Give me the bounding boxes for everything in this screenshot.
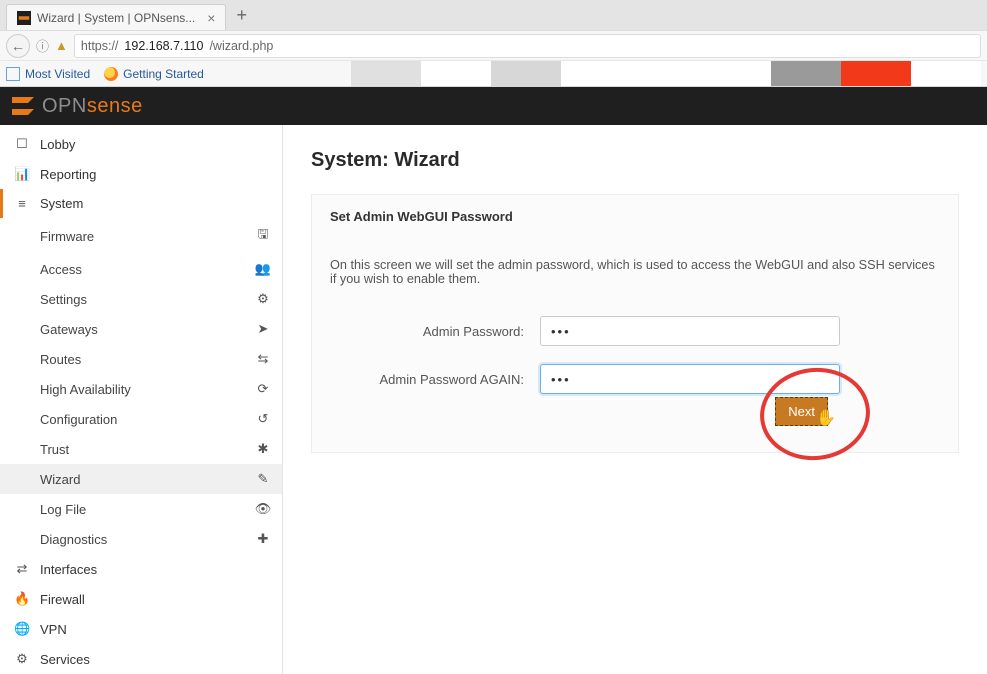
tab-bar: Wizard | System | OPNsens... × + xyxy=(0,0,987,30)
sidebar-label: Firewall xyxy=(40,592,85,607)
lobby-icon: ☐ xyxy=(14,136,30,152)
label-admin-password: Admin Password: xyxy=(330,324,540,339)
sidebar-item-vpn[interactable]: 🌐 VPN xyxy=(0,614,282,644)
bookmark-icon xyxy=(6,67,20,81)
sidebar-item-system[interactable]: ≡ System xyxy=(0,189,282,218)
browser-chrome: Wizard | System | OPNsens... × + ← ⓘ ▲ h… xyxy=(0,0,987,87)
panel-section-title: Set Admin WebGUI Password xyxy=(330,209,940,224)
system-icon: ≡ xyxy=(14,196,30,211)
subitem-label: Gateways xyxy=(40,322,98,337)
bookmark-label: Getting Started xyxy=(123,67,204,81)
logo-mark-icon xyxy=(12,95,34,117)
logo-main: OPN xyxy=(42,95,87,117)
content-area: System: Wizard Set Admin WebGUI Password… xyxy=(283,125,987,674)
brand-bar: OPNsense xyxy=(0,87,987,125)
admin-password-input[interactable] xyxy=(540,316,840,346)
sidebar-label: Interfaces xyxy=(40,562,97,577)
color-swatches xyxy=(351,61,981,86)
trust-icon: ✱ xyxy=(254,441,272,457)
directions-icon: ⇆ xyxy=(254,351,272,367)
subitem-label: Routes xyxy=(40,352,81,367)
tab-title: Wizard | System | OPNsens... xyxy=(37,11,195,25)
sidebar-item-settings[interactable]: Settings ⚙ xyxy=(0,284,282,314)
row-admin-password-again: Admin Password AGAIN: xyxy=(330,364,940,394)
medkit-icon: ✚ xyxy=(254,531,272,547)
users-icon: 👥 xyxy=(254,261,272,277)
bookmark-getting-started[interactable]: Getting Started xyxy=(104,67,204,81)
subitem-label: Settings xyxy=(40,292,87,307)
bookmark-label: Most Visited xyxy=(25,67,90,81)
logo-text: OPNsense xyxy=(42,95,143,118)
sidebar-item-interfaces[interactable]: ⇄ Interfaces xyxy=(0,554,282,584)
new-tab-button[interactable]: + xyxy=(226,5,257,26)
sidebar-item-trust[interactable]: Trust ✱ xyxy=(0,434,282,464)
subitem-label: Configuration xyxy=(40,412,117,427)
bookmark-most-visited[interactable]: Most Visited xyxy=(6,67,90,81)
admin-password-again-input[interactable] xyxy=(540,364,840,394)
url-host: 192.168.7.110 xyxy=(124,39,203,53)
sidebar-item-diagnostics[interactable]: Diagnostics ✚ xyxy=(0,524,282,554)
page-title: System: Wizard xyxy=(311,149,959,172)
sidebar-item-firewall[interactable]: 🔥Firewall xyxy=(0,584,282,614)
wizard-panel: Set Admin WebGUI Password On this screen… xyxy=(311,194,959,453)
history-icon: ↺ xyxy=(254,411,272,427)
subitem-label: Trust xyxy=(40,442,69,457)
sidebar: ☐ Lobby 📊 Reporting ≡ System Firmware 🖫 Acc… xyxy=(0,125,283,674)
sidebar-item-high-availability[interactable]: High Availability ⟳ xyxy=(0,374,282,404)
sidebar-label: VPN xyxy=(40,622,67,637)
next-button[interactable]: Next xyxy=(775,397,828,426)
address-row: ← ⓘ ▲ https:// 192.168.7.110/wizard.php xyxy=(0,30,987,60)
back-button[interactable]: ← xyxy=(6,34,30,58)
sidebar-item-routes[interactable]: Routes ⇆ xyxy=(0,344,282,374)
sidebar-item-services[interactable]: ⚙ Services xyxy=(0,644,282,674)
location-arrow-icon: ➤ xyxy=(254,321,272,337)
services-icon: ⚙ xyxy=(14,651,30,667)
subitem-label: High Availability xyxy=(40,382,131,397)
label-admin-password-again: Admin Password AGAIN: xyxy=(330,372,540,387)
magic-wand-icon: ✎ xyxy=(254,471,272,487)
sidebar-label: System xyxy=(40,196,83,211)
bookmarks-bar: Most Visited Getting Started xyxy=(0,60,987,86)
subitem-label: Wizard xyxy=(40,472,80,487)
logo[interactable]: OPNsense xyxy=(12,95,143,118)
url-path: /wizard.php xyxy=(209,39,273,53)
url-scheme: https:// xyxy=(81,39,119,53)
vpn-icon: 🌐 xyxy=(14,621,30,637)
eye-icon: 👁 xyxy=(254,501,272,517)
url-bar[interactable]: https:// 192.168.7.110/wizard.php xyxy=(74,34,981,58)
sidebar-item-configuration[interactable]: Configuration ↺ xyxy=(0,404,282,434)
subitem-label: Firmware xyxy=(40,229,94,244)
row-admin-password: Admin Password: xyxy=(330,316,940,346)
firefox-icon xyxy=(104,67,118,81)
info-icon[interactable]: ⓘ xyxy=(36,36,49,55)
sidebar-item-gateways[interactable]: Gateways ➤ xyxy=(0,314,282,344)
cogs-icon: ⚙ xyxy=(254,291,272,307)
sidebar-label: Reporting xyxy=(40,167,96,182)
sidebar-item-wizard[interactable]: Wizard ✎ xyxy=(0,464,282,494)
sidebar-item-reporting[interactable]: 📊 Reporting xyxy=(0,159,282,189)
sidebar-item-log-file[interactable]: Log File 👁 xyxy=(0,494,282,524)
sidebar-item-firmware[interactable]: Firmware 🖫 xyxy=(0,218,282,254)
interfaces-icon: ⇄ xyxy=(14,561,30,577)
reporting-icon: 📊 xyxy=(14,166,30,182)
tab-favicon-icon xyxy=(17,11,31,25)
panel-description: On this screen we will set the admin pas… xyxy=(330,258,940,286)
sidebar-item-lobby[interactable]: ☐ Lobby xyxy=(0,129,282,159)
sidebar-label: Lobby xyxy=(40,137,75,152)
browser-tab-active[interactable]: Wizard | System | OPNsens... × xyxy=(6,4,226,30)
save-icon: 🖫 xyxy=(254,225,272,247)
security-warning-icon[interactable]: ▲ xyxy=(55,38,68,53)
refresh-icon: ⟳ xyxy=(254,381,272,397)
subitem-label: Log File xyxy=(40,502,86,517)
logo-accent: sense xyxy=(87,95,143,117)
subitem-label: Diagnostics xyxy=(40,532,107,547)
tab-close-icon[interactable]: × xyxy=(207,10,215,26)
sidebar-item-access[interactable]: Access 👥 xyxy=(0,254,282,284)
sidebar-label: Services xyxy=(40,652,90,667)
subitem-label: Access xyxy=(40,262,82,277)
